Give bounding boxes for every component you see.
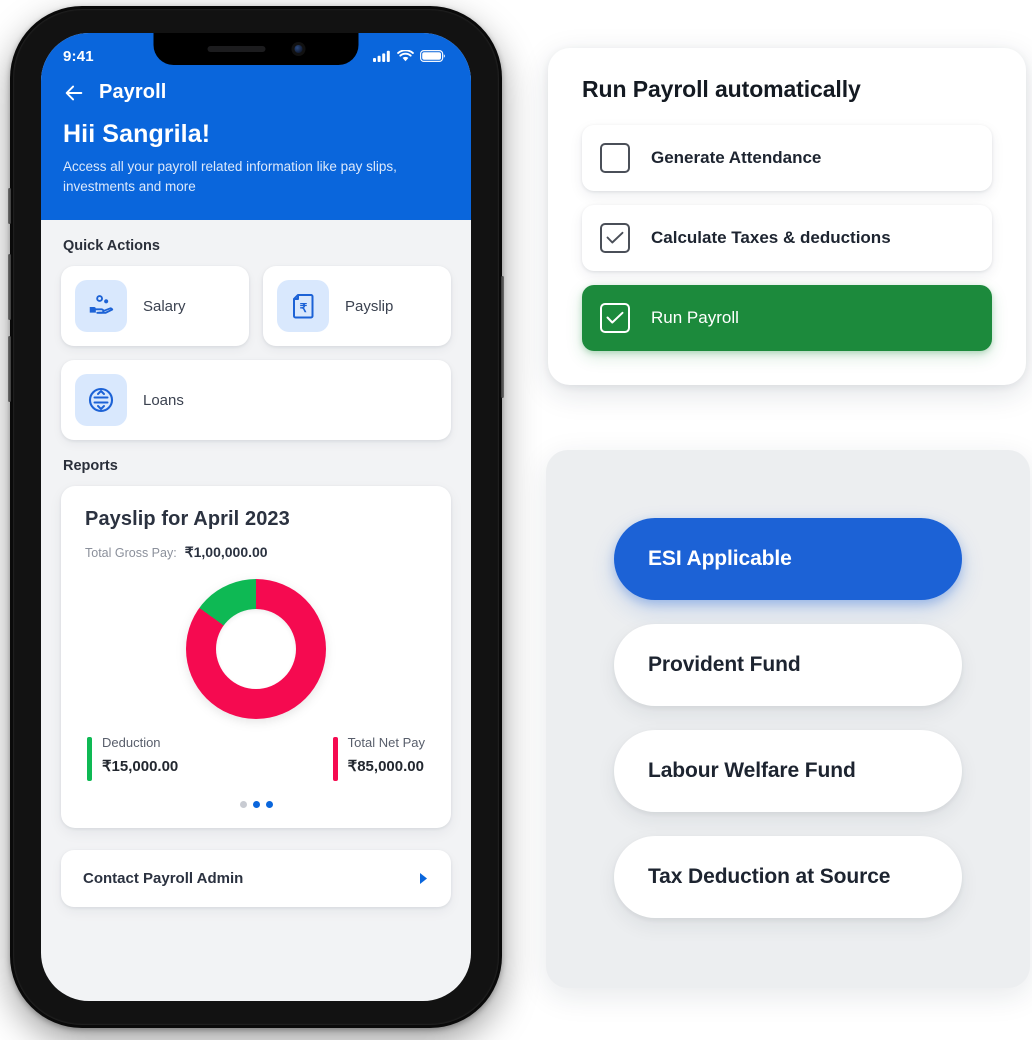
quick-action-loans[interactable]: Loans (61, 360, 451, 441)
option-pill-provident-fund[interactable]: Provident Fund (614, 624, 962, 706)
carousel-pagination[interactable] (85, 781, 427, 812)
legend-value: ₹85,000.00 (347, 758, 424, 776)
legend-color-bar (87, 737, 92, 782)
quick-action-salary[interactable]: Salary (61, 266, 249, 347)
checkbox-unchecked-icon[interactable] (600, 143, 630, 173)
checkbox-row-run-payroll[interactable]: Run Payroll (582, 285, 992, 351)
salary-hand-coins-icon (75, 280, 127, 333)
phone-volume-up-button[interactable] (8, 254, 11, 320)
donut-hole (216, 609, 296, 690)
svg-text:₹: ₹ (300, 301, 308, 315)
legend-item-net-pay: Total Net Pay ₹85,000.00 (332, 735, 425, 782)
report-card-title: Payslip for April 2023 (85, 508, 290, 531)
checkbox-row-generate-attendance[interactable]: Generate Attendance (582, 125, 992, 191)
wifi-icon (397, 50, 414, 62)
page-title: Payroll (99, 81, 167, 103)
pagination-dot[interactable] (265, 801, 273, 809)
checkbox-label: Run Payroll (651, 308, 739, 327)
status-indicators (373, 50, 445, 62)
quick-action-payslip[interactable]: ₹ Payslip (263, 266, 451, 347)
contact-label: Contact Payroll Admin (83, 870, 244, 888)
quick-action-label: Salary (143, 297, 186, 315)
legend-label: Deduction (102, 735, 161, 751)
phone-mute-switch[interactable] (8, 188, 11, 224)
run-payroll-automatically-card: Run Payroll automatically Generate Atten… (548, 48, 1026, 385)
quick-action-label: Loans (143, 391, 184, 409)
auto-card-title: Run Payroll automatically (582, 76, 861, 102)
legend-color-bar (332, 737, 338, 782)
legend-value: ₹15,000.00 (102, 758, 179, 776)
donut-chart-wrap (85, 561, 427, 729)
front-camera-icon (291, 42, 305, 56)
contact-payroll-admin-row[interactable]: Contact Payroll Admin (61, 850, 451, 908)
gross-pay-value: ₹1,00,000.00 (184, 544, 268, 561)
quick-actions-title: Quick Actions (63, 238, 160, 255)
gross-pay-label: Total Gross Pay: (85, 546, 177, 561)
legend-item-deduction: Deduction ₹15,000.00 (87, 735, 179, 782)
checkbox-label: Calculate Taxes & deductions (651, 228, 891, 247)
chevron-right-icon (420, 873, 427, 885)
checkbox-label: Generate Attendance (651, 148, 822, 167)
deductions-options-card: ESI Applicable Provident Fund Labour Wel… (546, 450, 1030, 988)
phone-mockup: 9:41 Payroll Hii Sangrila! Access all yo… (8, 6, 504, 1028)
pagination-dot[interactable] (252, 801, 260, 809)
phone-notch (153, 33, 359, 65)
pill-label: ESI Applicable (648, 547, 792, 570)
payslip-donut-chart (186, 579, 326, 720)
earpiece-speaker-icon (207, 46, 265, 52)
cellular-signal-icon (373, 50, 390, 62)
pagination-dot[interactable] (239, 801, 247, 809)
quick-action-label: Payslip (345, 297, 394, 315)
checkbox-checked-icon[interactable] (600, 303, 630, 333)
payslip-document-rupee-icon: ₹ (277, 280, 329, 333)
greeting-text: Hii Sangrila! (63, 120, 211, 148)
payslip-report-card: Payslip for April 2023 Total Gross Pay: … (61, 486, 451, 829)
pill-label: Labour Welfare Fund (648, 759, 856, 782)
option-pill-tax-deduction-at-source[interactable]: Tax Deduction at Source (614, 836, 962, 918)
phone-volume-down-button[interactable] (8, 336, 11, 402)
pill-label: Tax Deduction at Source (648, 865, 891, 888)
reports-title: Reports (63, 458, 118, 475)
screen-body: Quick Actions Salary ₹ Payslip Loans Rep… (41, 220, 471, 918)
chart-legend: Deduction ₹15,000.00 Total Net Pay ₹85,0… (85, 729, 427, 782)
option-pill-esi-applicable[interactable]: ESI Applicable (614, 518, 962, 600)
status-time: 9:41 (63, 47, 94, 65)
greeting-subtitle: Access all your payroll related informat… (63, 159, 397, 194)
nav-bar: Payroll (63, 81, 449, 104)
quick-actions-grid: Salary ₹ Payslip (41, 266, 471, 347)
option-pill-labour-welfare-fund[interactable]: Labour Welfare Fund (614, 730, 962, 812)
legend-label: Total Net Pay (347, 735, 425, 751)
phone-power-button[interactable] (501, 276, 504, 398)
back-arrow-icon[interactable] (63, 82, 85, 104)
battery-icon (420, 50, 445, 62)
gross-pay-row: Total Gross Pay: ₹1,00,000.00 (85, 544, 427, 561)
pill-label: Provident Fund (648, 653, 801, 676)
loans-transfer-circle-icon (75, 374, 127, 427)
checkbox-checked-icon[interactable] (600, 223, 630, 253)
phone-screen: 9:41 Payroll Hii Sangrila! Access all yo… (41, 33, 471, 1001)
checkbox-row-calculate-taxes[interactable]: Calculate Taxes & deductions (582, 205, 992, 271)
